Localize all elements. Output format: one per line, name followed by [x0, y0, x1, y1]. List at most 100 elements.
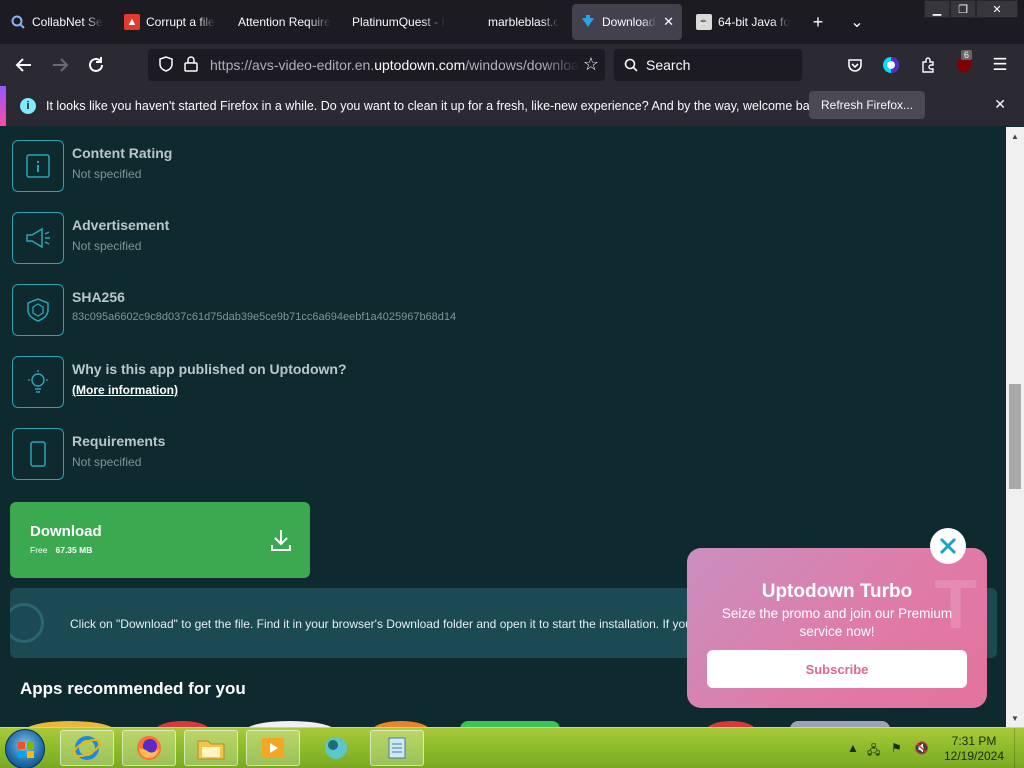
- megaphone-icon: [26, 227, 50, 249]
- tab-platinumquest[interactable]: PlatinumQuest - I: [344, 4, 464, 40]
- clock-time: 7:31 PM: [951, 734, 997, 748]
- subscribe-button[interactable]: Subscribe: [707, 650, 967, 688]
- url-text[interactable]: https://avs-video-editor.en.uptodown.com…: [210, 57, 580, 73]
- taskbar-firefox[interactable]: [122, 730, 176, 766]
- clock-date: 12/19/2024: [943, 749, 1005, 763]
- hamburger-icon: ☰: [992, 55, 1008, 74]
- marble-icon: [325, 737, 347, 759]
- chevron-down-icon: ⌄: [850, 14, 864, 31]
- install-hint-text: Click on "Download" to get the file. Fin…: [70, 617, 692, 631]
- refresh-notification-bar: i It looks like you haven't started Fire…: [0, 86, 1024, 126]
- taskbar-explorer[interactable]: [184, 730, 238, 766]
- tab-download[interactable]: Download ✕: [572, 4, 682, 40]
- ublock-badge: 6: [961, 50, 973, 60]
- info-box-icon: [12, 212, 64, 264]
- network-icon[interactable]: 🖧: [867, 741, 880, 762]
- close-tab-icon[interactable]: ✕: [663, 14, 674, 30]
- reload-icon: [89, 57, 103, 72]
- lightbulb-icon: [28, 370, 48, 393]
- turbo-close-button[interactable]: [930, 528, 966, 564]
- info-icon: i: [20, 98, 36, 114]
- info-label: Advertisement: [72, 217, 170, 233]
- download-meta: Free 67.35 MB: [30, 545, 92, 555]
- lock-icon[interactable]: [184, 55, 200, 75]
- info-value: Not specified: [72, 239, 142, 253]
- list-all-tabs-button[interactable]: ⌄: [843, 8, 871, 36]
- info-circle-icon: [10, 603, 44, 643]
- notification-message: It looks like you haven't started Firefo…: [46, 99, 826, 113]
- java-page-icon: ☕: [696, 14, 712, 30]
- info-row-requirements: Requirements Not specified: [12, 428, 712, 480]
- back-button[interactable]: [11, 52, 37, 78]
- scroll-down-arrow-icon[interactable]: ▼: [1006, 709, 1024, 727]
- info-value: Not specified: [72, 455, 142, 469]
- download-button[interactable]: Download Free 67.35 MB: [10, 502, 310, 578]
- sha256-value: 83c095a6602c9c8d037c61d75dab39e5ce9b71cc…: [72, 311, 457, 323]
- tab-java[interactable]: ☕ 64-bit Java fo: [688, 4, 798, 40]
- tab-collabnet[interactable]: CollabNet Se: [2, 4, 112, 40]
- account-button[interactable]: [878, 52, 904, 78]
- page-scrollbar[interactable]: ▲ ▼: [1006, 127, 1024, 727]
- reload-button[interactable]: [83, 52, 109, 78]
- pocket-button[interactable]: [842, 52, 868, 78]
- show-desktop-button[interactable]: [1014, 728, 1024, 768]
- puzzle-icon: [922, 57, 934, 73]
- close-icon: ✕: [992, 3, 1002, 16]
- info-row-advertisement: Advertisement Not specified: [12, 212, 712, 264]
- restore-icon: ❐: [958, 3, 968, 16]
- download-label: Download: [30, 523, 102, 540]
- info-label: Requirements: [72, 433, 166, 449]
- info-row-why-published: Why is this app published on Uptodown? (…: [12, 356, 712, 408]
- new-tab-button[interactable]: +: [804, 8, 832, 36]
- ublock-button[interactable]: 6: [951, 50, 977, 78]
- taskbar-media[interactable]: [246, 730, 300, 766]
- nav-bar: https://avs-video-editor.en.uptodown.com…: [0, 44, 1024, 86]
- menu-button[interactable]: ☰: [987, 52, 1013, 78]
- url-path: /windows/download: [465, 57, 580, 73]
- close-icon: [939, 537, 957, 555]
- taskbar-ie[interactable]: [60, 730, 114, 766]
- tracking-shield-icon[interactable]: [158, 55, 174, 75]
- refresh-firefox-button[interactable]: Refresh Firefox...: [809, 91, 926, 119]
- window-controls: ▁ ❐ ✕: [924, 0, 1018, 18]
- firefox-account-icon: [883, 57, 899, 73]
- info-box-icon: [12, 140, 64, 192]
- search-bar[interactable]: Search: [614, 49, 802, 81]
- notepad-icon: [388, 737, 406, 759]
- taskbar-clock[interactable]: 7:31 PM 12/19/2024: [937, 734, 1011, 764]
- arrow-left-icon: [15, 58, 31, 72]
- taskbar-editor[interactable]: [370, 730, 424, 766]
- info-box-icon: [12, 284, 64, 336]
- pocket-icon: [848, 59, 862, 72]
- address-bar[interactable]: https://avs-video-editor.en.uptodown.com…: [148, 49, 605, 81]
- minimize-button[interactable]: ▁: [924, 0, 950, 18]
- url-domain: uptodown.com: [374, 57, 466, 73]
- action-center-flag-icon[interactable]: ⚑: [891, 741, 902, 755]
- shield-cube-icon: [27, 298, 49, 322]
- scrollbar-thumb[interactable]: [1009, 384, 1021, 489]
- search-icon: [624, 58, 638, 72]
- extensions-button[interactable]: [915, 52, 941, 78]
- folder-icon: [197, 740, 225, 760]
- download-size: 67.35 MB: [55, 545, 93, 555]
- taskbar-marble-app[interactable]: [310, 730, 364, 766]
- bookmark-star-icon[interactable]: ☆: [583, 54, 599, 75]
- download-icon: [270, 528, 292, 557]
- window-close-button[interactable]: ✕: [976, 0, 1018, 18]
- close-icon[interactable]: ✕: [994, 96, 1006, 113]
- tab-marbleblast[interactable]: marbleblast.c: [480, 4, 568, 40]
- tab-corrupt-file[interactable]: ▲ Corrupt a file: [116, 4, 226, 40]
- volume-muted-icon[interactable]: 🔇: [914, 741, 929, 755]
- scroll-up-arrow-icon[interactable]: ▲: [1006, 127, 1024, 145]
- tab-strip: CollabNet Se ▲ Corrupt a file Attention …: [0, 0, 1024, 44]
- forward-button[interactable]: [47, 52, 73, 78]
- tab-title: marbleblast.c: [488, 15, 560, 29]
- info-box-icon: [12, 356, 64, 408]
- more-information-link[interactable]: (More information): [72, 383, 178, 397]
- plus-icon: +: [812, 11, 824, 32]
- tab-attention-required[interactable]: Attention Require: [230, 4, 342, 40]
- turbo-subtitle: Seize the promo and join our Premium ser…: [721, 606, 953, 639]
- tray-expand-icon[interactable]: ▲: [847, 741, 859, 755]
- restore-button[interactable]: ❐: [950, 0, 976, 18]
- start-button[interactable]: [5, 729, 45, 768]
